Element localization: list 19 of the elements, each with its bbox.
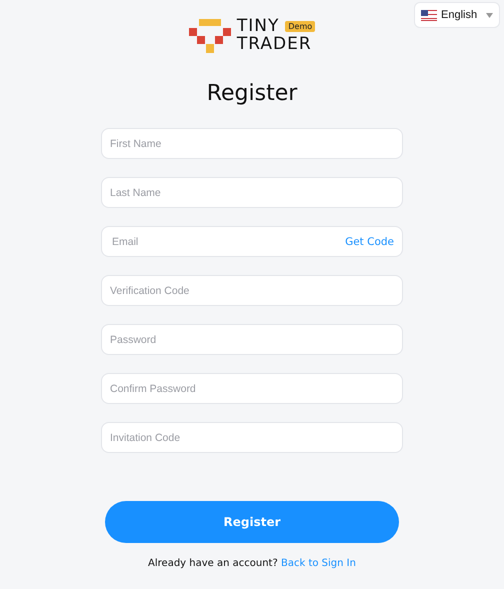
page-title: Register — [206, 81, 298, 106]
caret-icon — [486, 12, 493, 18]
get-code-link[interactable]: Get Code — [345, 236, 394, 248]
input-field[interactable]: Confirm Password — [101, 373, 403, 404]
input-field[interactable]: Email Get Code — [101, 226, 403, 257]
register-button[interactable]: Register — [105, 501, 399, 543]
input-field[interactable]: Password — [101, 324, 403, 355]
demo-badge: Demo — [285, 21, 316, 32]
sign-in-link[interactable]: Back to Sign In — [280, 558, 356, 569]
input-field[interactable]: First Name — [101, 128, 403, 159]
sign-in-prompt: Already have an account? Back to Sign In — [148, 558, 356, 569]
input-field[interactable]: Invitation Code — [101, 422, 403, 453]
input-field[interactable]: Verification Code — [101, 275, 403, 306]
input-field[interactable]: Last Name — [101, 177, 403, 208]
logo-text: TRADER — [236, 36, 313, 53]
flag-icon — [421, 10, 437, 20]
language-selector[interactable]: English — [414, 2, 500, 28]
logo-text: TINY — [236, 18, 280, 35]
logo-icon — [188, 18, 231, 52]
